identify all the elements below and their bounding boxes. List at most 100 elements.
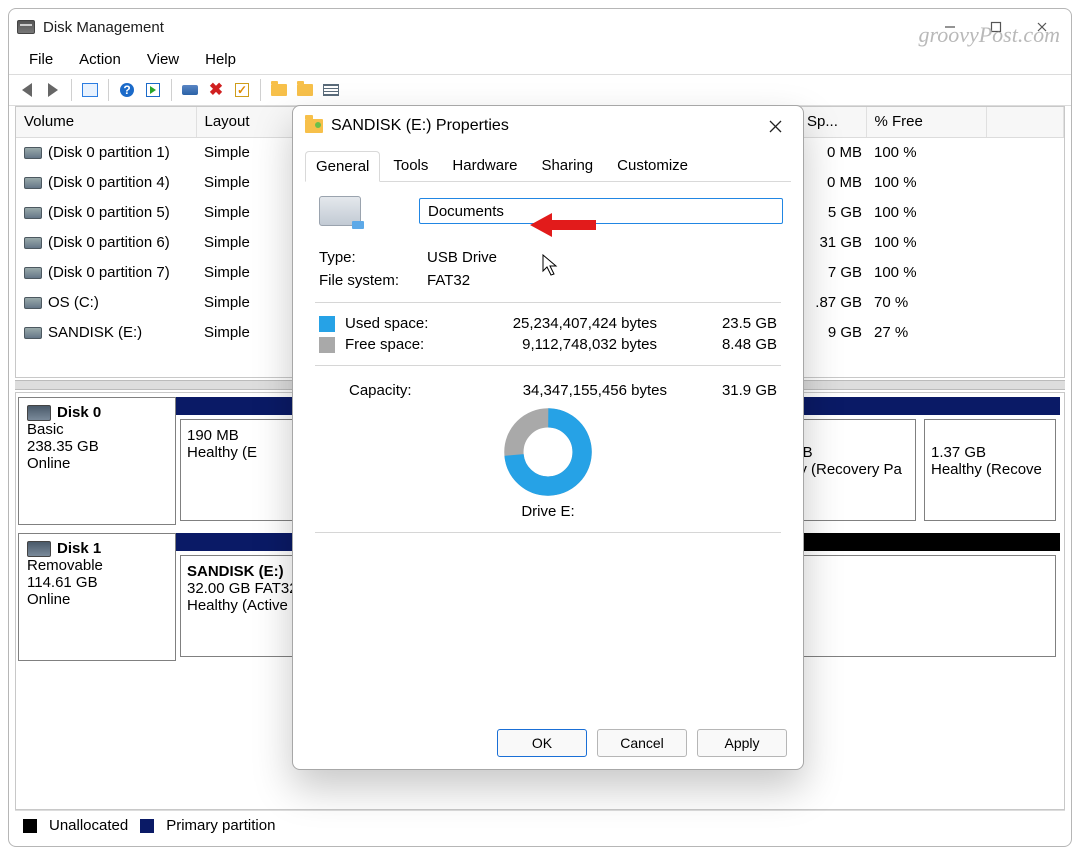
toolbar-sep <box>171 79 172 101</box>
confirm-button[interactable] <box>230 78 254 102</box>
tab-hardware[interactable]: Hardware <box>441 150 528 181</box>
free-swatch-icon <box>319 337 335 353</box>
toolbar-sep <box>71 79 72 101</box>
apply-button[interactable]: Apply <box>697 729 787 757</box>
volume-icon <box>24 207 42 219</box>
dialog-close-button[interactable] <box>757 111 793 141</box>
toolbar-sep <box>108 79 109 101</box>
menu-view[interactable]: View <box>137 49 189 70</box>
list-button[interactable] <box>319 78 343 102</box>
free-bytes: 9,112,748,032 bytes <box>465 336 697 353</box>
grid-icon <box>82 83 98 97</box>
maximize-button[interactable] <box>973 11 1019 43</box>
dialog-titlebar: SANDISK (E:) Properties <box>293 106 803 146</box>
close-button[interactable] <box>1019 11 1065 43</box>
x-icon: ✖ <box>209 83 223 97</box>
action-button[interactable] <box>141 78 165 102</box>
drive-large-icon <box>319 196 361 226</box>
tab-general[interactable]: General <box>305 151 380 182</box>
help-button[interactable]: ? <box>115 78 139 102</box>
dialog-tabs: General Tools Hardware Sharing Customize <box>293 146 803 181</box>
free-human: 8.48 GB <box>707 336 777 353</box>
check-icon <box>235 83 249 97</box>
toolbar: ? ✖ <box>9 74 1071 106</box>
volume-pct: 100 % <box>866 198 986 228</box>
volume-icon <box>24 267 42 279</box>
capacity-donut-chart: Drive E: <box>313 401 783 522</box>
disk1-size: 114.61 GB <box>27 574 167 591</box>
toolbar-sep <box>260 79 261 101</box>
capacity-human: 31.9 GB <box>707 382 777 399</box>
tab-tools[interactable]: Tools <box>382 150 439 181</box>
volume-icon <box>24 237 42 249</box>
tab-sharing[interactable]: Sharing <box>530 150 604 181</box>
volume-pct: 100 % <box>866 168 986 198</box>
volume-label-input[interactable] <box>419 198 783 224</box>
volume-name: (Disk 0 partition 5) <box>48 204 170 221</box>
hdd-icon <box>27 405 51 421</box>
volume-pct: 27 % <box>866 318 986 348</box>
capacity-label: Capacity: <box>349 382 425 399</box>
volume-name: SANDISK (E:) <box>48 324 142 341</box>
folder-icon <box>297 84 313 96</box>
legend-swatch-primary <box>140 819 154 833</box>
disk0-size: 238.35 GB <box>27 438 167 455</box>
window-title: Disk Management <box>43 19 164 36</box>
disk1-type: Removable <box>27 557 167 574</box>
ok-button[interactable]: OK <box>497 729 587 757</box>
back-button[interactable] <box>15 78 39 102</box>
menu-help[interactable]: Help <box>195 49 246 70</box>
disk0-status: Online <box>27 455 167 472</box>
volume-icon <box>24 147 42 159</box>
volume-pct: 100 % <box>866 228 986 258</box>
properties-dialog: SANDISK (E:) Properties General Tools Ha… <box>292 105 804 770</box>
cancel-button[interactable]: Cancel <box>597 729 687 757</box>
disk0-part4[interactable]: 1.37 GB Healthy (Recove <box>920 397 1060 525</box>
folder2-button[interactable] <box>293 78 317 102</box>
titlebar: Disk Management <box>9 9 1071 45</box>
folder1-button[interactable] <box>267 78 291 102</box>
disk0-type: Basic <box>27 421 167 438</box>
part-size: GB <box>791 444 909 461</box>
disk0-info[interactable]: Disk 0 Basic 238.35 GB Online <box>18 397 176 525</box>
volume-pct: 100 % <box>866 137 986 168</box>
used-swatch-icon <box>319 316 335 332</box>
menu-file[interactable]: File <box>19 49 63 70</box>
volume-icon <box>24 297 42 309</box>
part-status: hy (Recovery Pa <box>791 461 909 478</box>
menu-action[interactable]: Action <box>69 49 131 70</box>
used-label: Used space: <box>345 315 455 332</box>
type-value: USB Drive <box>427 249 497 266</box>
col-pct-free[interactable]: % Free <box>866 107 986 137</box>
annotation-arrow-icon <box>530 210 600 240</box>
disk1-info[interactable]: Disk 1 Removable 114.61 GB Online <box>18 533 176 661</box>
play-icon <box>146 83 160 97</box>
col-spacer <box>986 107 1064 137</box>
volume-pct: 70 % <box>866 288 986 318</box>
volume-name: (Disk 0 partition 1) <box>48 144 170 161</box>
delete-button[interactable]: ✖ <box>204 78 228 102</box>
tab-customize[interactable]: Customize <box>606 150 699 181</box>
dialog-title: SANDISK (E:) Properties <box>331 117 509 135</box>
legend-swatch-unallocated <box>23 819 37 833</box>
list-icon <box>323 84 339 96</box>
forward-button[interactable] <box>41 78 65 102</box>
dialog-footer: OK Cancel Apply <box>293 717 803 769</box>
menubar: File Action View Help <box>9 45 1071 74</box>
app-icon <box>17 20 35 34</box>
cursor-icon <box>542 254 560 276</box>
minimize-button[interactable] <box>927 11 973 43</box>
disk1-status: Online <box>27 591 167 608</box>
folder-icon <box>271 84 287 96</box>
detail-view-button[interactable] <box>78 78 102 102</box>
capacity-bytes: 34,347,155,456 bytes <box>425 382 707 399</box>
volume-icon <box>24 327 42 339</box>
fs-label: File system: <box>319 272 427 289</box>
disk0-part1[interactable]: 190 MB Healthy (E <box>176 397 308 525</box>
scan-disk-button[interactable] <box>178 78 202 102</box>
legend: Unallocated Primary partition <box>15 810 1065 840</box>
free-label: Free space: <box>345 336 455 353</box>
part-status: Healthy (Recove <box>931 461 1049 478</box>
volume-icon <box>24 177 42 189</box>
col-volume[interactable]: Volume <box>16 107 196 137</box>
